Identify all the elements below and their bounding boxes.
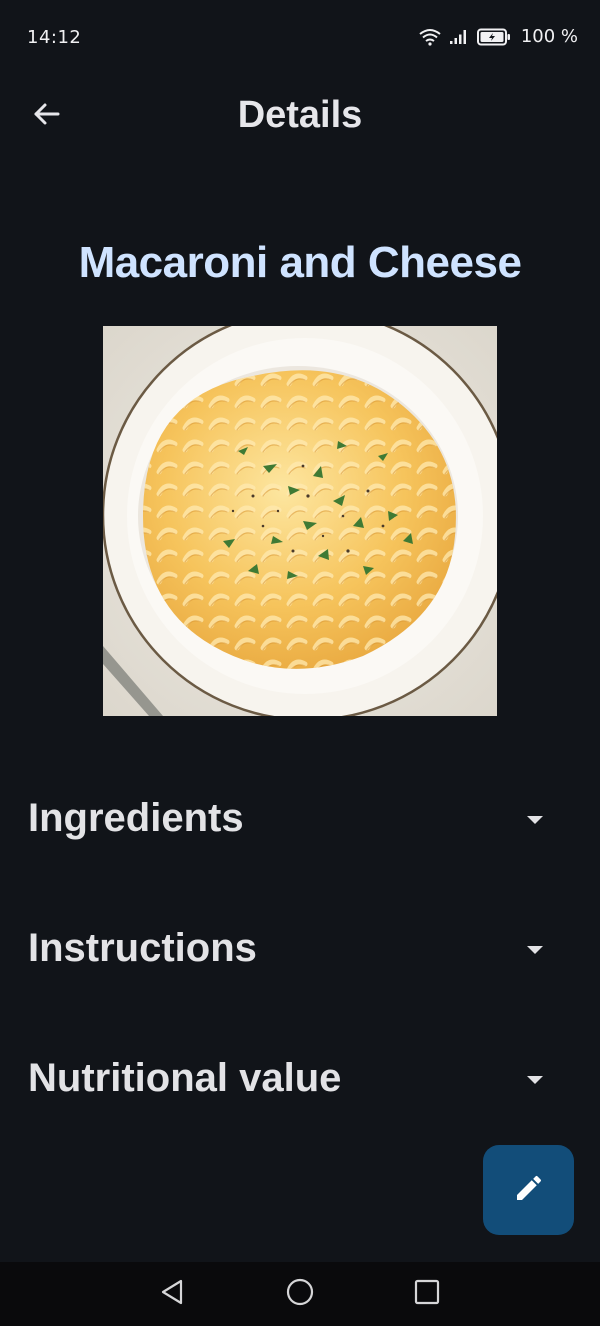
section-label: Nutritional value: [28, 1056, 342, 1100]
caret-down-icon: [527, 1076, 543, 1084]
recipe-image: [103, 326, 497, 716]
nav-recents-button[interactable]: [411, 1278, 443, 1310]
status-icons: 100 %: [419, 26, 578, 47]
caret-down-icon: [527, 946, 543, 954]
page-title: Details: [237, 94, 363, 136]
section-nutritional-value[interactable]: Nutritional value: [0, 1030, 600, 1130]
wifi-icon: [419, 28, 441, 46]
recipe-title: Macaroni and Cheese: [78, 238, 522, 287]
section-label: Instructions: [28, 926, 257, 970]
caret-down-icon: [527, 816, 543, 824]
system-nav-bar: [0, 1262, 600, 1326]
back-triangle-icon: [159, 1278, 185, 1310]
edit-button[interactable]: [483, 1145, 574, 1235]
nav-home-button[interactable]: [284, 1278, 316, 1310]
battery-percentage: 100 %: [520, 26, 578, 47]
battery-icon: [476, 28, 511, 46]
nav-back-button[interactable]: [156, 1278, 188, 1310]
recents-square-icon: [413, 1278, 441, 1310]
status-bar: 14:12 100 %: [0, 0, 600, 76]
section-instructions[interactable]: Instructions: [0, 900, 600, 1000]
status-time: 14:12: [27, 27, 82, 48]
home-circle-icon: [285, 1277, 315, 1311]
app-bar: Details: [0, 76, 600, 158]
section-ingredients[interactable]: Ingredients: [0, 770, 600, 870]
pencil-icon: [513, 1172, 545, 1208]
section-label: Ingredients: [28, 796, 244, 840]
signal-icon: [449, 29, 469, 45]
